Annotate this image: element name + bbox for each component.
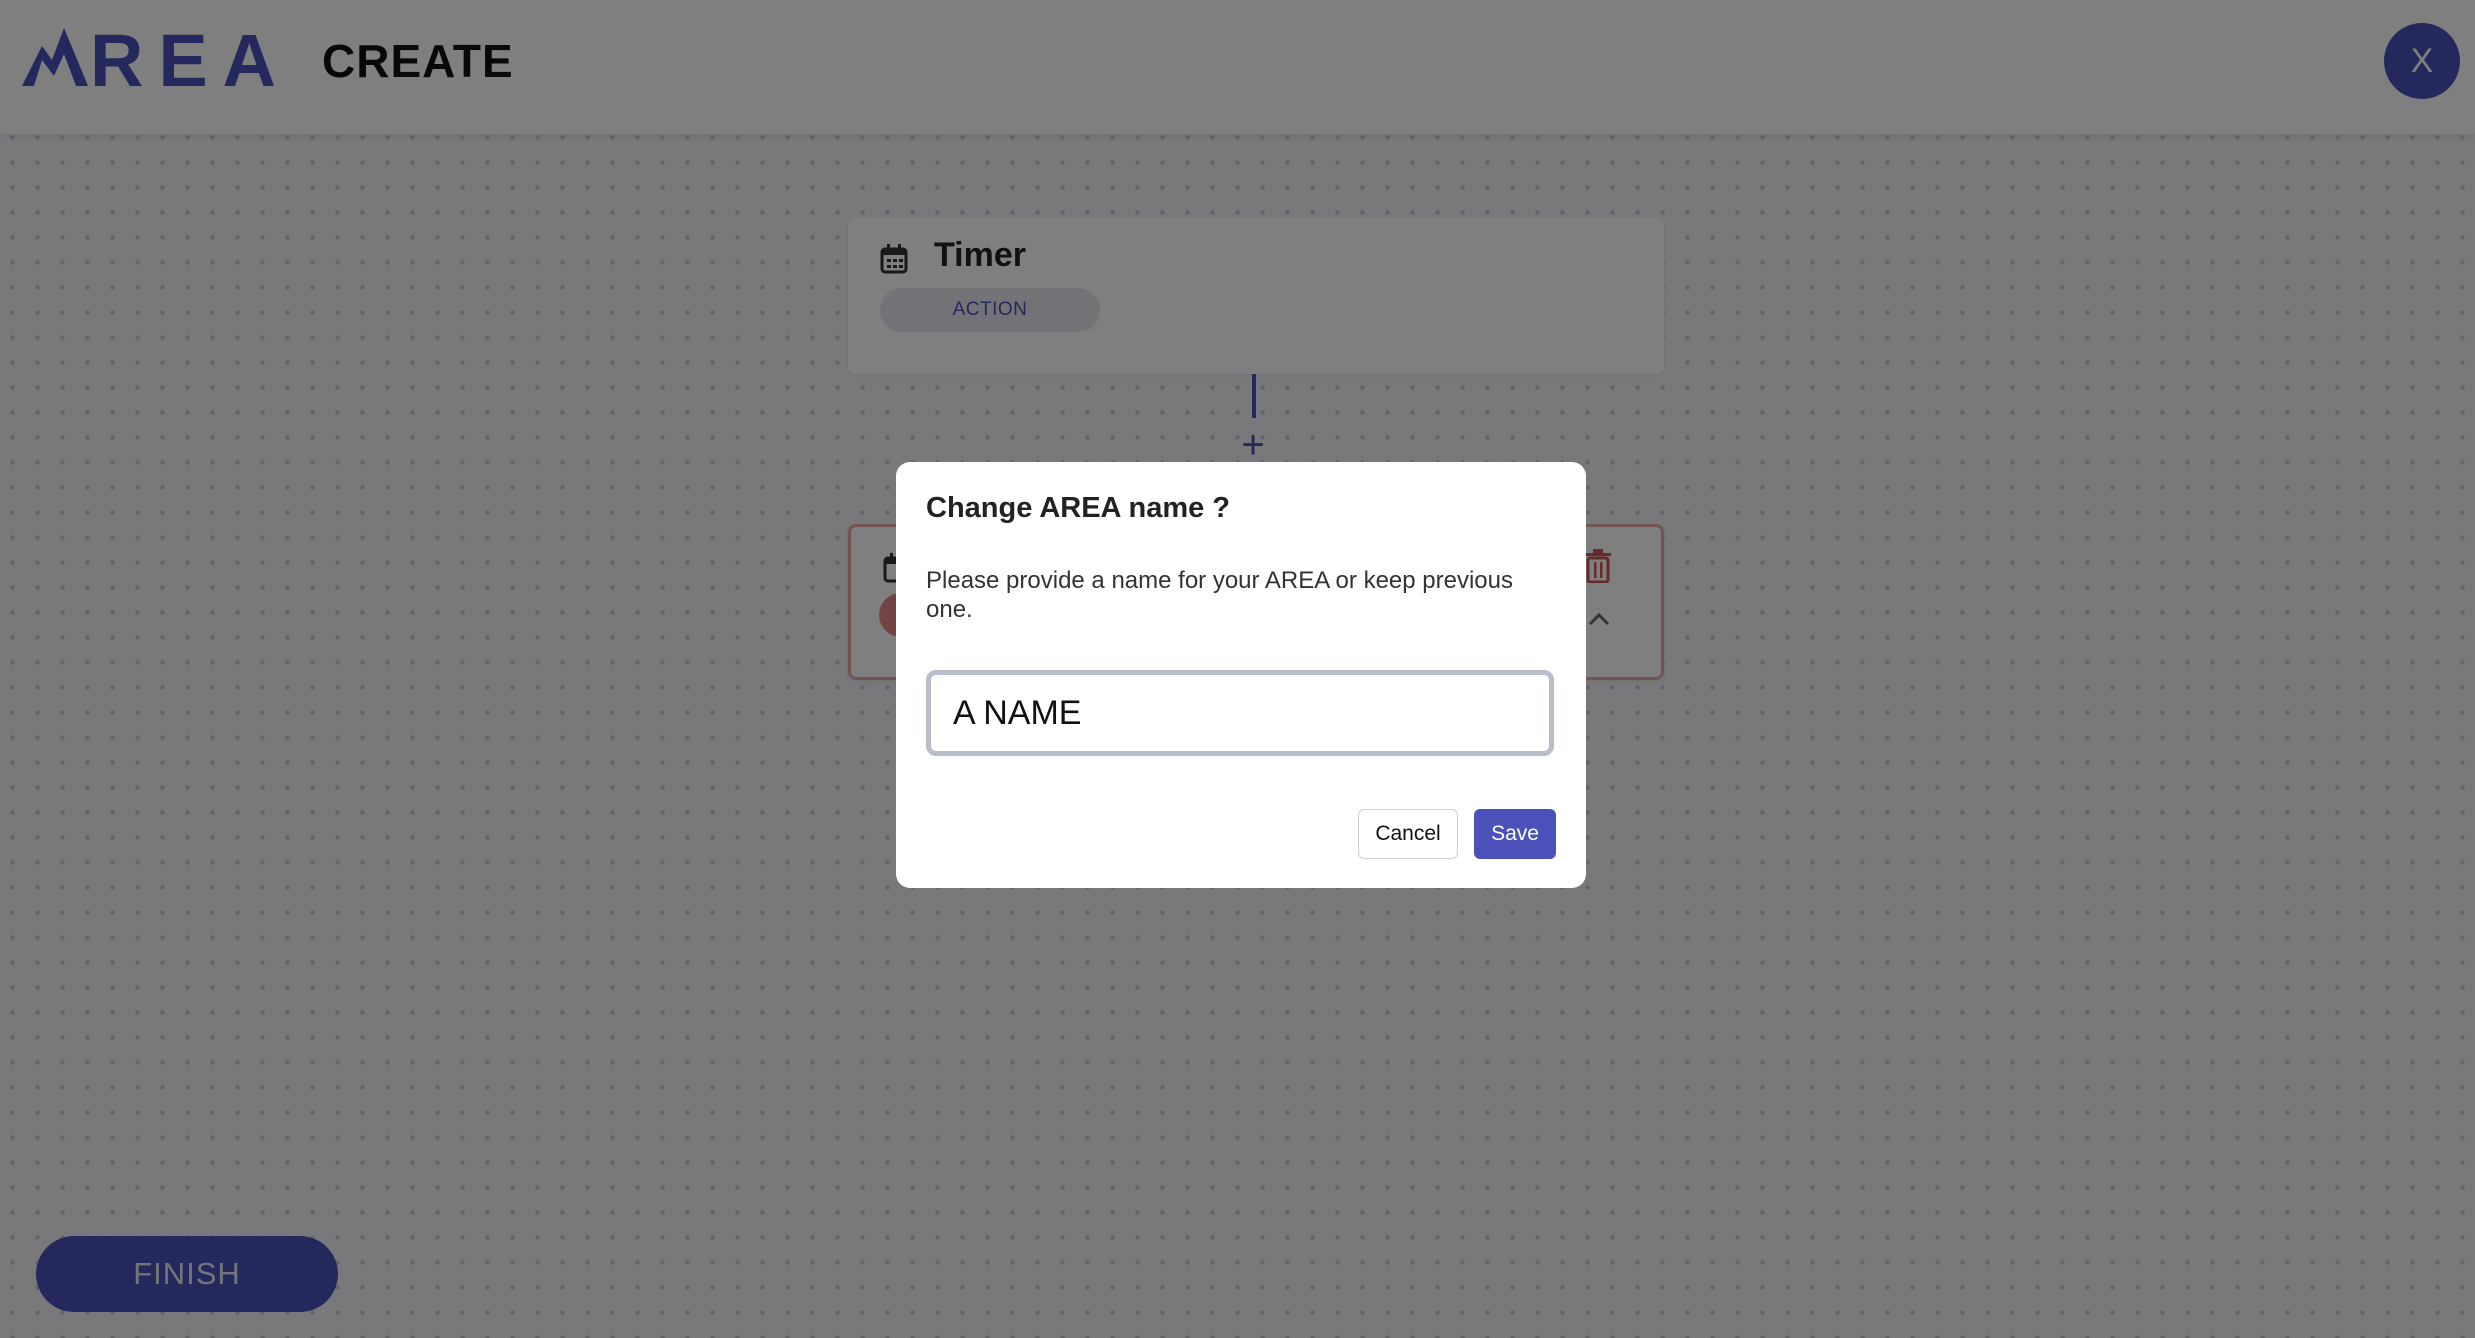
dialog-title: Change AREA name ? <box>926 492 1231 524</box>
cancel-button[interactable]: Cancel <box>1358 809 1458 859</box>
dialog-description: Please provide a name for your AREA or k… <box>926 567 1513 623</box>
save-button[interactable]: Save <box>1474 809 1556 859</box>
area-name-input[interactable] <box>926 670 1554 756</box>
rename-dialog: Change AREA name ? Please provide a name… <box>896 462 1586 888</box>
